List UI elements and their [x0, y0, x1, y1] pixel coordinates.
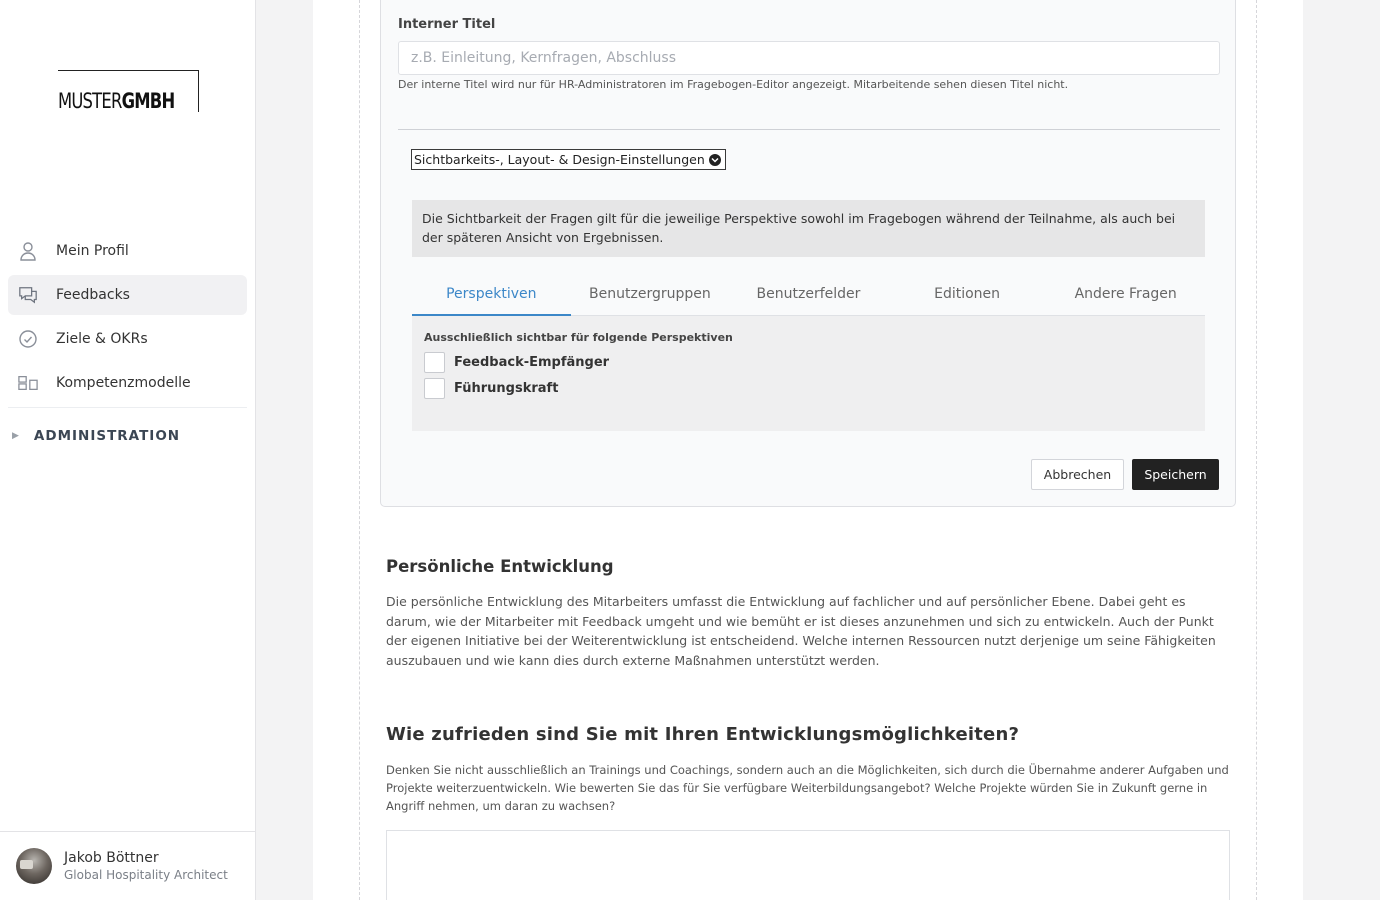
internal-title-input[interactable] [398, 41, 1220, 75]
visibility-info-box: Die Sichtbarkeit der Fragen gilt für die… [412, 200, 1205, 257]
section-title: Persönliche Entwicklung [386, 557, 614, 576]
cancel-button[interactable]: Abbrechen [1031, 459, 1124, 490]
checkbox-fuehrungskraft[interactable]: Führungskraft [424, 378, 558, 399]
sidebar-item-label: Kompetenzmodelle [56, 375, 191, 391]
question-title: Wie zufrieden sind Sie mit Ihren Entwick… [386, 724, 1020, 745]
sidebar-item-feedbacks[interactable]: Feedbacks [8, 275, 247, 315]
save-button[interactable]: Speichern [1132, 459, 1219, 490]
grid-icon [18, 373, 38, 393]
visibility-tabs: Perspektiven Benutzergruppen Benutzerfel… [412, 275, 1205, 316]
chevron-down-icon [708, 153, 721, 166]
chat-bubbles-icon [18, 285, 38, 305]
caret-right-icon: ▶ [12, 431, 20, 441]
section-description: Die persönliche Entwicklung des Mitarbei… [386, 594, 1216, 668]
tab-benutzerfelder[interactable]: Benutzerfelder [729, 275, 888, 315]
sidebar-item-administration[interactable]: ▶ ADMINISTRATION [12, 428, 180, 444]
company-logo[interactable]: MUSTERGMBH [58, 70, 199, 113]
sidebar-nav: Mein Profil Feedbacks Ziele & OKRs Kompe… [8, 231, 247, 408]
sidebar-item-label: Mein Profil [56, 243, 129, 259]
answer-textarea[interactable] [386, 830, 1230, 900]
user-role: Global Hospitality Architect [64, 868, 228, 882]
checkbox[interactable] [424, 378, 445, 399]
sidebar: MUSTERGMBH Mein Profil Feedbacks Ziele &… [0, 0, 256, 900]
internal-title-label: Interner Titel [398, 17, 496, 32]
internal-title-hint: Der interne Titel wird nur für HR-Admini… [398, 78, 1069, 91]
tab-andere-fragen[interactable]: Andere Fragen [1046, 275, 1205, 315]
checkbox-feedback-empfaenger[interactable]: Feedback-Empfänger [424, 352, 609, 373]
tab-editionen[interactable]: Editionen [888, 275, 1047, 315]
settings-toggle[interactable]: Sichtbarkeits-, Layout- & Design-Einstel… [411, 149, 726, 170]
admin-label: ADMINISTRATION [33, 428, 181, 444]
section-settings-card: Interner Titel Der interne Titel wird nu… [380, 0, 1236, 507]
tab-benutzergruppen[interactable]: Benutzergruppen [571, 275, 730, 315]
divider [398, 129, 1220, 130]
logo-text: MUSTERGMBH [58, 89, 178, 113]
checkbox[interactable] [424, 352, 445, 373]
sidebar-item-label: Ziele & OKRs [56, 331, 148, 347]
user-info: Jakob Böttner Global Hospitality Archite… [64, 849, 228, 883]
nav-divider [8, 407, 247, 408]
avatar [16, 848, 52, 884]
tab-perspektiven[interactable]: Perspektiven [412, 275, 571, 316]
user-icon [18, 241, 38, 261]
perspektiven-panel: Ausschließlich sichtbar für folgende Per… [412, 316, 1205, 431]
sidebar-item-ziele-okrs[interactable]: Ziele & OKRs [8, 319, 247, 359]
user-profile[interactable]: Jakob Böttner Global Hospitality Archite… [0, 831, 255, 900]
settings-toggle-label: Sichtbarkeits-, Layout- & Design-Einstel… [414, 152, 705, 167]
sidebar-item-kompetenzmodelle[interactable]: Kompetenzmodelle [8, 363, 247, 403]
question-description: Denken Sie nicht ausschließlich an Train… [386, 763, 1229, 813]
perspektiven-panel-label: Ausschließlich sichtbar für folgende Per… [424, 331, 733, 344]
checkbox-label: Feedback-Empfänger [454, 355, 610, 370]
sidebar-item-label: Feedbacks [56, 287, 130, 303]
sidebar-item-mein-profil[interactable]: Mein Profil [8, 231, 247, 271]
checkbox-label: Führungskraft [454, 381, 559, 396]
check-circle-icon [18, 329, 38, 349]
user-name: Jakob Böttner [64, 850, 159, 866]
